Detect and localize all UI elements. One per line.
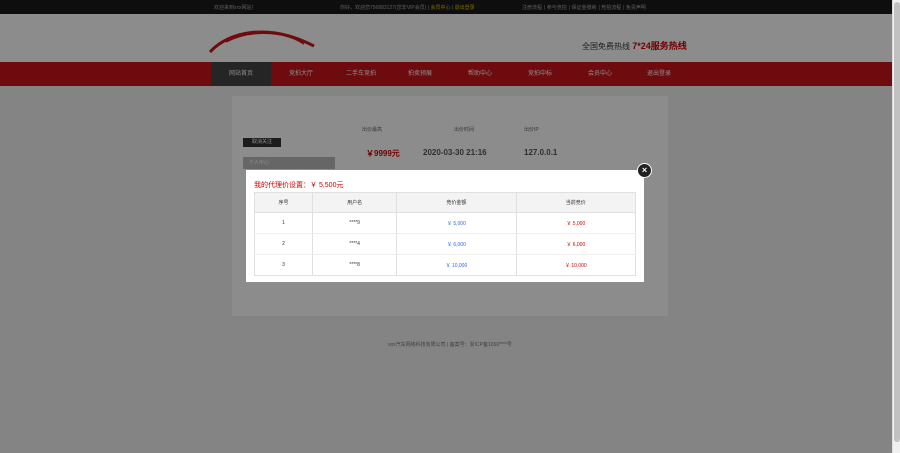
row-no: 1: [254, 212, 313, 234]
column-header-user: 用户名: [311, 192, 398, 213]
row-bid: ￥ 5,000: [396, 212, 517, 234]
table-row: 1 ****9 ￥ 5,000 ￥ 5,000: [254, 212, 637, 234]
column-header-bid: 竞价金额: [396, 192, 517, 213]
column-header-no: 序号: [254, 192, 313, 213]
table-row: 2 ****4 ￥ 6,000 ￥ 6,000: [254, 233, 637, 255]
table-header-row: 序号 用户名 竞价金额 当前竞价: [254, 192, 637, 213]
row-bid: ￥ 10,000: [396, 254, 517, 276]
bid-record-table: 序号 用户名 竞价金额 当前竞价 1 ****9 ￥ 5,000 ￥ 5,000…: [254, 192, 637, 276]
row-no: 3: [254, 254, 313, 276]
table-row: 3 ****8 ￥ 10,000 ￥ 10,000: [254, 254, 637, 276]
proxy-price-title: 我的代理价设置：￥ 5,500元: [254, 182, 344, 189]
column-header-current: 当前竞价: [515, 192, 637, 213]
row-user: ****4: [311, 233, 398, 255]
row-current: ￥ 5,000: [515, 212, 637, 234]
row-user: ****8: [311, 254, 398, 276]
row-current: ￥ 6,000: [515, 233, 637, 255]
row-bid: ￥ 6,000: [396, 233, 517, 255]
row-no: 2: [254, 233, 313, 255]
page-scrollbar[interactable]: [892, 0, 900, 453]
bid-record-dialog: 我的代理价设置：￥ 5,500元 序号 用户名 竞价金额 当前竞价 1 ****…: [246, 170, 644, 282]
scrollbar-thumb[interactable]: [894, 2, 900, 442]
row-user: ****9: [311, 212, 398, 234]
close-icon[interactable]: ×: [637, 163, 652, 178]
row-current: ￥ 10,000: [515, 254, 637, 276]
